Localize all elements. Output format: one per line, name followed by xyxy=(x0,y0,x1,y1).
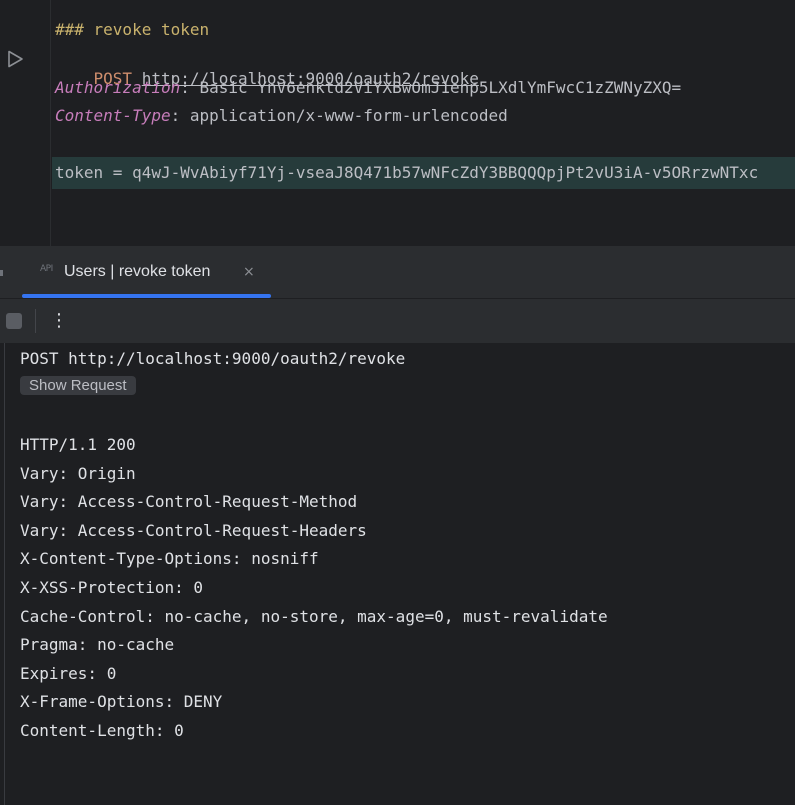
active-tab-indicator xyxy=(22,294,271,298)
stop-button[interactable] xyxy=(6,313,22,329)
header-value: Basic YnV6enktd2ViYXBwOmJ1enp5LXdlYmFwcC… xyxy=(189,78,682,97)
response-header: X-XSS-Protection: 0 xyxy=(20,578,204,597)
response-header: X-Frame-Options: DENY xyxy=(20,692,223,711)
response-header: Content-Length: 0 xyxy=(20,721,184,740)
header-name: Authorization xyxy=(55,78,181,97)
response-request-line: POST http://localhost:9000/oauth2/revoke xyxy=(20,349,406,368)
response-header: Expires: 0 xyxy=(20,664,117,683)
response-header: X-Content-Type-Options: nosniff xyxy=(20,549,319,568)
response-header: Cache-Control: no-cache, no-store, max-a… xyxy=(20,607,608,626)
show-request-button[interactable]: Show Request xyxy=(20,376,136,395)
response-header: Pragma: no-cache xyxy=(20,635,175,654)
gutter-divider xyxy=(50,0,51,246)
services-panel: API Users | revoke token × ⋮ POST http:/… xyxy=(0,246,795,805)
request-body: token = q4wJ-WvAbiyf71Yj-vseaJ8Q471b57wN… xyxy=(55,163,759,182)
response-header: Vary: Access-Control-Request-Method xyxy=(20,492,358,511)
more-options-icon[interactable]: ⋮ xyxy=(50,309,68,333)
header-authorization: Authorization: Basic YnV6enktd2ViYXBwOmJ… xyxy=(55,78,682,97)
run-request-icon[interactable] xyxy=(5,49,25,69)
toolbar-separator xyxy=(35,309,36,333)
previous-tab-edge[interactable] xyxy=(0,270,3,276)
tab-bar: API Users | revoke token × xyxy=(0,246,795,299)
http-editor[interactable]: ### revoke token POST http://localhost:9… xyxy=(0,0,795,246)
tab-label: Users | revoke token xyxy=(64,263,211,280)
request-comment: ### revoke token xyxy=(55,20,210,39)
tab-users-revoke-token[interactable]: API Users | revoke token × xyxy=(22,246,271,298)
close-icon[interactable]: × xyxy=(243,262,255,282)
header-value: application/x-www-form-urlencoded xyxy=(180,106,508,125)
api-icon: API xyxy=(40,264,53,274)
response-header: Vary: Access-Control-Request-Headers xyxy=(20,521,367,540)
toolbar: ⋮ xyxy=(0,299,795,343)
header-name: Content-Type xyxy=(55,106,171,125)
response-output[interactable]: POST http://localhost:9000/oauth2/revoke… xyxy=(4,343,795,805)
response-header: Vary: Origin xyxy=(20,464,136,483)
header-content-type: Content-Type: application/x-www-form-url… xyxy=(55,106,508,125)
response-status: HTTP/1.1 200 xyxy=(20,435,136,454)
